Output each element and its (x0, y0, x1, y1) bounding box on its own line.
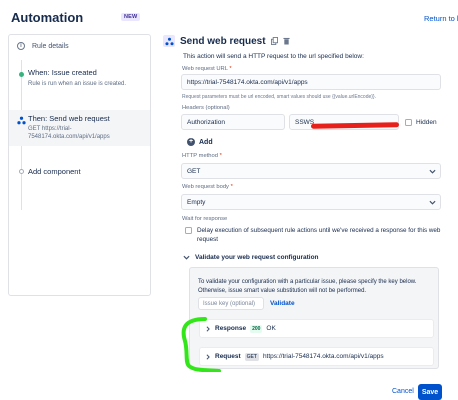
main-title: Send web request (180, 35, 266, 47)
web-request-icon (163, 35, 175, 47)
info-icon: i (17, 42, 25, 50)
action-subtitle-line1: GET https://trial- (28, 126, 72, 132)
response-code-badge: 200 (250, 324, 263, 333)
response-label: Response (215, 325, 247, 332)
chevron-right-icon (206, 325, 210, 332)
delay-checkbox-row[interactable]: Delay execution of subsequent rule actio… (185, 226, 449, 244)
action-step[interactable]: Then: Send web request GET https://trial… (9, 110, 150, 146)
request-url: https://trial-7548174.okta.com/api/v1/ap… (262, 353, 384, 360)
body-label: Web request body * (182, 184, 233, 190)
add-component-dot-icon (19, 169, 24, 174)
method-label: HTTP method * (182, 153, 222, 159)
new-badge: NEW (121, 13, 141, 21)
method-select[interactable]: GET (181, 163, 441, 179)
delay-checkbox[interactable] (185, 227, 192, 234)
headers-label: Headers (optional) (182, 105, 230, 111)
action-description: This action will send a HTTP request to … (183, 53, 364, 60)
validate-box: To validate your configuration with a pa… (189, 267, 439, 369)
trigger-step[interactable]: When: Issue created Rule is run when an … (9, 65, 150, 101)
request-method-badge: GET (244, 352, 259, 361)
response-status: OK (266, 325, 276, 332)
validate-header: Validate your web request configuration (195, 254, 319, 261)
wait-label: Wait for response (182, 216, 228, 222)
chevron-down-icon (183, 255, 190, 260)
page-title: Automation (11, 10, 84, 25)
request-label: Request (215, 353, 241, 360)
action-subtitle-line2: 7548174.okta.com/api/v1/apps (28, 134, 110, 140)
delay-label: Delay execution of subsequent rule actio… (197, 227, 441, 243)
action-title: Then: Send web request (28, 114, 110, 123)
hidden-checkbox-row[interactable]: Hidden (405, 119, 437, 126)
plus-icon: + (187, 138, 195, 146)
copy-icon[interactable] (270, 37, 278, 45)
method-value: GET (187, 167, 201, 175)
body-select[interactable]: Empty (181, 194, 441, 210)
response-accordion[interactable]: Response 200 OK (199, 319, 434, 338)
rule-details-label: Rule details (32, 42, 69, 50)
save-button[interactable]: Save (418, 384, 442, 400)
rule-panel: i Rule details When: Issue created Rule … (8, 34, 151, 296)
trigger-title: When: Issue created (28, 68, 97, 77)
validate-button[interactable]: Validate (270, 300, 295, 307)
url-input[interactable]: https://trial-7548174.okta.com/api/v1/ap… (181, 74, 441, 90)
add-header-button[interactable]: + Add (187, 138, 213, 146)
add-component-label: Add component (28, 167, 81, 176)
main-panel: Send web request This action will send a… (163, 34, 453, 369)
chevron-down-icon (429, 169, 436, 174)
chevron-right-icon (206, 353, 210, 360)
webhook-icon (17, 116, 26, 125)
rule-details-item[interactable]: i Rule details (17, 42, 69, 50)
add-component-item[interactable]: Add component (9, 166, 150, 178)
body-value: Empty (187, 198, 206, 206)
validate-toggle[interactable]: Validate your web request configuration (183, 254, 319, 261)
chevron-down-icon (429, 200, 436, 205)
trigger-dot-icon (19, 72, 24, 77)
title-row: Send web request (163, 34, 453, 48)
delete-icon[interactable] (283, 37, 290, 45)
issue-key-input[interactable]: Issue key (optional) (198, 297, 264, 310)
validate-description: To validate your configuration with a pa… (198, 279, 417, 294)
url-label: Web request URL * (182, 66, 232, 72)
cancel-button[interactable]: Cancel (392, 388, 414, 395)
url-help-text: Request parameters must be url encoded, … (182, 94, 377, 100)
hidden-checkbox[interactable] (405, 119, 412, 126)
add-header-label: Add (199, 138, 213, 146)
request-accordion[interactable]: Request GET https://trial-7548174.okta.c… (199, 347, 434, 366)
hidden-label: Hidden (416, 119, 437, 126)
header-key-input[interactable]: Authorization (181, 114, 285, 130)
trigger-subtitle: Rule is run when an issue is created. (28, 81, 127, 87)
return-link[interactable]: Return to li (424, 14, 458, 23)
